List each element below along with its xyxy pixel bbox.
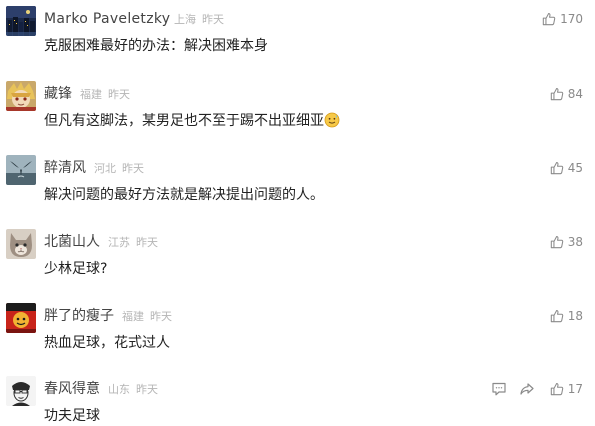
like-count: 18 bbox=[567, 309, 583, 323]
comment-time: 昨天 bbox=[136, 383, 158, 396]
like-count: 17 bbox=[567, 382, 583, 396]
like-button[interactable]: 17 bbox=[550, 381, 583, 397]
share-arrow-icon bbox=[520, 383, 534, 395]
comment-meta: 山东 昨天 bbox=[108, 383, 158, 396]
like-count: 170 bbox=[560, 12, 583, 26]
commenter-name[interactable]: 胖了的瘦子 bbox=[44, 308, 114, 324]
comment-location: 上海 bbox=[174, 13, 196, 26]
comment-time: 昨天 bbox=[150, 310, 172, 323]
commenter-name[interactable]: Marko Paveletzky bbox=[44, 11, 170, 27]
like-count: 84 bbox=[567, 87, 583, 101]
commenter-name[interactable]: 醉清风 bbox=[44, 160, 86, 176]
comment-text-body: 但凡有这脚法，某男足也不至于踢不出亚细亚 bbox=[44, 113, 324, 129]
like-button[interactable]: 84 bbox=[550, 86, 583, 102]
comment-text: 解决问题的最好方法就是解决提出问题的人。 bbox=[44, 187, 324, 203]
reply-button[interactable] bbox=[491, 381, 507, 397]
thumbs-up-icon bbox=[542, 13, 556, 26]
comment-meta: 河北 昨天 bbox=[94, 162, 144, 175]
commenter-name[interactable]: 春风得意 bbox=[44, 381, 100, 397]
comment-location: 福建 bbox=[122, 310, 144, 323]
comment-text: 但凡有这脚法，某男足也不至于踢不出亚细亚 bbox=[44, 111, 340, 131]
sweat-smile-emoji bbox=[324, 112, 340, 128]
comment-text: 少林足球? bbox=[44, 261, 108, 277]
comment-text: 克服困难最好的办法：解决困难本身 bbox=[44, 38, 268, 54]
like-count: 38 bbox=[567, 235, 583, 249]
comment-time: 昨天 bbox=[202, 13, 224, 26]
like-count: 45 bbox=[567, 161, 583, 175]
comment-text: 热血足球，花式过人 bbox=[44, 335, 170, 351]
red-cartoon-avatar[interactable] bbox=[6, 303, 36, 333]
like-button[interactable]: 45 bbox=[550, 160, 583, 176]
comment-location: 山东 bbox=[108, 383, 130, 396]
comment-meta: 福建 昨天 bbox=[80, 88, 130, 101]
thumbs-up-icon bbox=[550, 383, 563, 396]
night-city-avatar[interactable] bbox=[6, 6, 36, 36]
comment-time: 昨天 bbox=[136, 236, 158, 249]
comment-meta: 福建 昨天 bbox=[122, 310, 172, 323]
thumbs-up-icon bbox=[550, 88, 563, 101]
whale-tail-avatar[interactable] bbox=[6, 155, 36, 185]
thumbs-up-icon bbox=[550, 162, 563, 175]
commenter-name[interactable]: 北菌山人 bbox=[44, 234, 100, 250]
anime-character-avatar[interactable] bbox=[6, 81, 36, 111]
comment-location: 河北 bbox=[94, 162, 116, 175]
comment-time: 昨天 bbox=[122, 162, 144, 175]
comment-location: 江苏 bbox=[108, 236, 130, 249]
comment-meta: 上海 昨天 bbox=[174, 13, 224, 26]
comment-time: 昨天 bbox=[108, 88, 130, 101]
comment-text: 功夫足球 bbox=[44, 408, 100, 424]
comment-bubble-icon bbox=[492, 382, 506, 396]
sketch-face-avatar[interactable] bbox=[6, 376, 36, 406]
comment-meta: 江苏 昨天 bbox=[108, 236, 158, 249]
like-button[interactable]: 170 bbox=[542, 11, 583, 27]
like-button[interactable]: 18 bbox=[550, 308, 583, 324]
cat-avatar[interactable] bbox=[6, 229, 36, 259]
share-button[interactable] bbox=[519, 381, 535, 397]
commenter-name[interactable]: 藏锋 bbox=[44, 86, 72, 102]
comment-location: 福建 bbox=[80, 88, 102, 101]
like-button[interactable]: 38 bbox=[550, 234, 583, 250]
thumbs-up-icon bbox=[550, 236, 563, 249]
thumbs-up-icon bbox=[550, 310, 563, 323]
